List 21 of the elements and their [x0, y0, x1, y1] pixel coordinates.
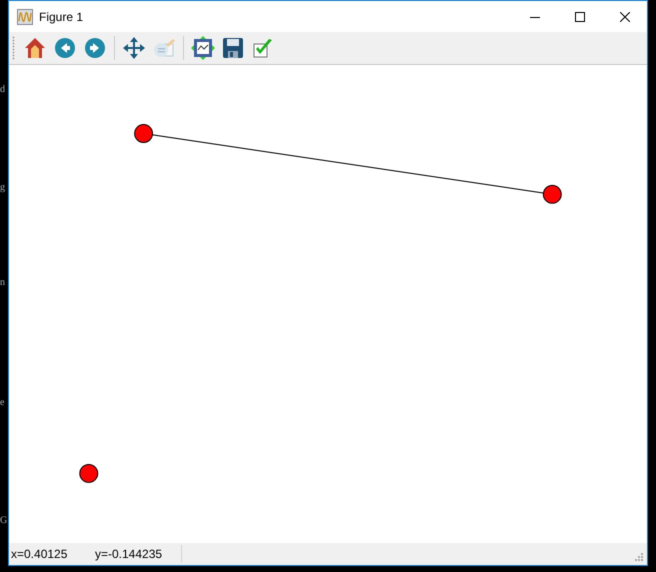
- window-title: Figure 1: [39, 10, 84, 24]
- background-letter: n: [0, 276, 6, 290]
- magnifier-pencil-icon: [152, 36, 176, 60]
- close-icon: [620, 12, 630, 22]
- background-letter: G: [0, 514, 8, 528]
- y-coordinate: y=-0.144235: [95, 547, 164, 561]
- maximize-icon: [574, 12, 584, 22]
- plot-point: [79, 464, 98, 483]
- plot-point: [542, 184, 562, 204]
- resize-grip-icon[interactable]: [635, 553, 644, 562]
- waveform-icon: [17, 8, 33, 24]
- background-letter: g: [0, 181, 6, 195]
- background-letter: e: [0, 396, 6, 410]
- checkmark-icon: [251, 36, 275, 60]
- home-icon: [23, 36, 47, 60]
- x-coordinate: x=0.40125: [11, 547, 68, 561]
- background-letter: d: [0, 83, 6, 97]
- plot-point: [134, 124, 154, 143]
- toolbar-button[interactable]: [189, 34, 217, 62]
- move-arrows-icon: [122, 36, 146, 60]
- chart-frame-icon: [191, 36, 215, 60]
